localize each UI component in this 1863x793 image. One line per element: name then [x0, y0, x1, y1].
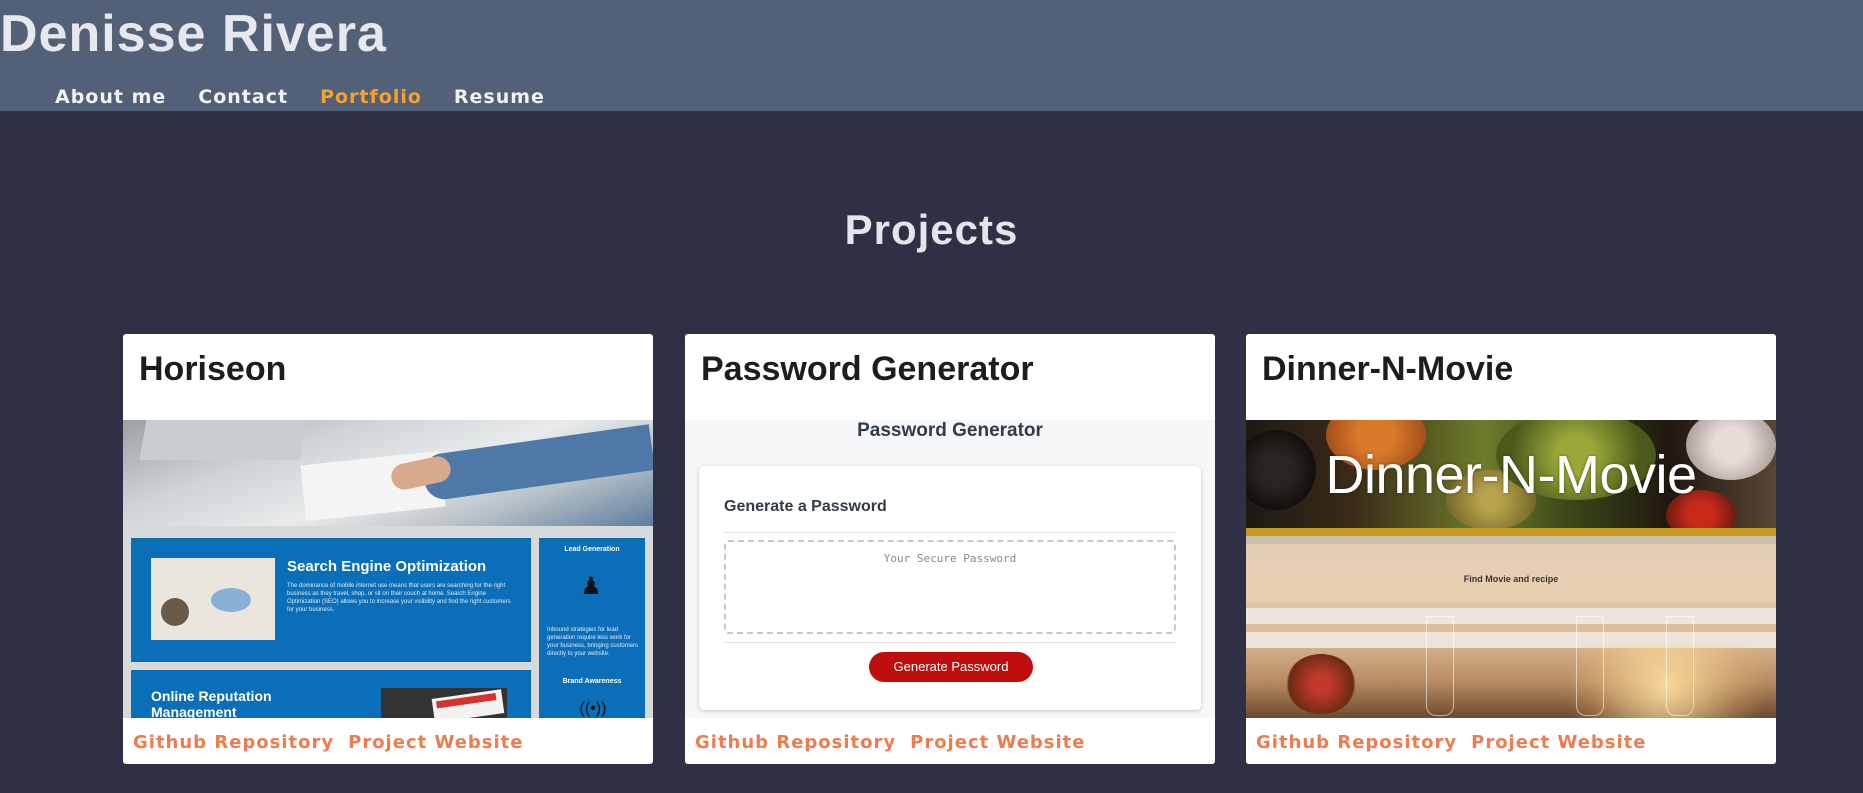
- seo-text: The dominance of mobile internet use mea…: [287, 583, 511, 613]
- dinner-scene: Find Movie and recipe: [1246, 536, 1776, 718]
- generate-password-button: Generate Password: [869, 652, 1033, 682]
- project-title: Password Generator: [701, 350, 1034, 388]
- lead-generation-text: Inbound strategies for lead generation r…: [547, 627, 639, 657]
- seo-section: Search Engine Optimization The dominance…: [131, 538, 531, 662]
- orm-image: [381, 688, 507, 718]
- github-repository-link[interactable]: Github Repository: [1256, 732, 1457, 753]
- benefits-sidebar: Lead Generation ♟ Inbound strategies for…: [539, 538, 645, 718]
- projects-heading: Projects: [844, 206, 1019, 253]
- banner-divider: [1246, 528, 1776, 536]
- github-repository-link[interactable]: Github Repository: [695, 732, 896, 753]
- divider: [724, 532, 1176, 533]
- divider: [724, 642, 1176, 643]
- project-card-horiseon: Horiseon Search Engine Optimization The …: [123, 334, 653, 764]
- lead-generation-title: Lead Generation: [564, 546, 620, 553]
- movie-input: [1246, 608, 1776, 624]
- project-title: Horiseon: [139, 350, 287, 388]
- generator-card-title: Generate a Password: [724, 498, 887, 515]
- project-links: Github Repository Project Website: [695, 732, 1099, 753]
- project-website-link[interactable]: Project Website: [348, 732, 523, 753]
- password-textarea: Your Secure Password: [724, 540, 1176, 634]
- lead-generation-icon: ♟: [580, 573, 602, 600]
- nav-resume[interactable]: Resume: [454, 86, 545, 108]
- project-title: Dinner-N-Movie: [1262, 350, 1514, 388]
- project-website-link[interactable]: Project Website: [1471, 732, 1646, 753]
- project-website-link[interactable]: Project Website: [910, 732, 1085, 753]
- nav-about-me[interactable]: About me: [55, 86, 166, 108]
- seo-title: Search Engine Optimization: [287, 558, 487, 575]
- project-screenshot-password-generator[interactable]: Password Generator Generate a Password Y…: [685, 420, 1215, 718]
- nav-contact[interactable]: Contact: [198, 86, 288, 108]
- office-photo: [123, 420, 653, 526]
- site-title: Denisse Rivera: [0, 5, 387, 63]
- project-screenshot-horiseon[interactable]: Search Engine Optimization The dominance…: [123, 420, 653, 718]
- project-card-dinner-n-movie: Dinner-N-Movie Dinner-N-Movie Find Movie…: [1246, 334, 1776, 764]
- orm-title: Online Reputation Management: [151, 688, 272, 718]
- github-repository-link[interactable]: Github Repository: [133, 732, 334, 753]
- main-nav: About me Contact Portfolio Resume: [55, 86, 577, 108]
- site-header: Denisse Rivera About me Contact Portfoli…: [0, 0, 1863, 111]
- banner-title: Dinner-N-Movie: [1325, 445, 1697, 505]
- project-links: Github Repository Project Website: [1256, 732, 1660, 753]
- project-card-password-generator: Password Generator Password Generator Ge…: [685, 334, 1215, 764]
- generator-card: Generate a Password Your Secure Password…: [699, 466, 1201, 710]
- broadcast-icon: ((•)): [579, 700, 607, 717]
- brand-awareness-title: Brand Awareness: [562, 678, 622, 685]
- food-banner: Dinner-N-Movie: [1246, 420, 1776, 528]
- seo-image: [151, 558, 275, 640]
- password-placeholder: Your Secure Password: [883, 552, 1017, 565]
- app-header: Password Generator: [857, 420, 1043, 441]
- find-label: Find Movie and recipe: [1463, 574, 1559, 584]
- orm-section: Online Reputation Management: [131, 670, 531, 718]
- nav-portfolio[interactable]: Portfolio: [320, 86, 422, 108]
- project-screenshot-dinner-n-movie[interactable]: Dinner-N-Movie Find Movie and recipe: [1246, 420, 1776, 718]
- project-links: Github Repository Project Website: [133, 732, 537, 753]
